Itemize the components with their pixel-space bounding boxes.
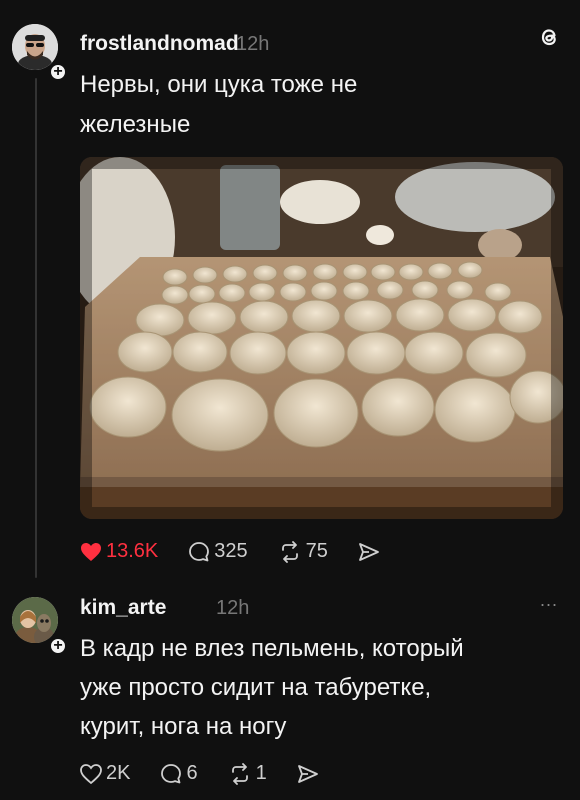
- post-text-line-2: железные: [80, 111, 191, 138]
- comment-button[interactable]: 325: [188, 540, 248, 563]
- reply-comment-button[interactable]: 6: [160, 762, 198, 785]
- reply-text-line-3: курит, нога на ногу: [80, 713, 287, 740]
- heart-icon: [81, 542, 101, 561]
- reply-repost-count: 1: [255, 762, 267, 784]
- reply-avatar[interactable]: [12, 597, 58, 643]
- reply-text-line-2: уже просто сидит на табуретке,: [80, 674, 432, 701]
- reply-follow-plus-icon[interactable]: +: [48, 636, 68, 656]
- post-time: 12h: [236, 33, 270, 55]
- more-options-button[interactable]: ...: [540, 590, 558, 611]
- repost-icon: [231, 762, 248, 785]
- share-button[interactable]: [358, 542, 384, 562]
- reply-username[interactable]: kim_arte: [80, 596, 166, 620]
- heart-icon: [80, 763, 102, 784]
- reply-comment-count: 6: [186, 762, 198, 784]
- comment-icon: [189, 541, 210, 561]
- repost-icon: [281, 540, 298, 563]
- reply-time: 12h: [216, 597, 250, 619]
- share-icon: [358, 542, 379, 561]
- reply-text-line-1: В кадр не влез пельмень, который: [80, 635, 464, 662]
- reply-share-button[interactable]: [297, 764, 323, 784]
- dumplings-image: [80, 157, 563, 519]
- thread-line: [35, 78, 37, 578]
- reply-like-button[interactable]: 2K: [80, 762, 130, 785]
- reply-repost-button[interactable]: 1: [228, 762, 267, 785]
- post-text-line-1: Нервы, они цука тоже не: [80, 71, 358, 98]
- reply-actions: 2K 6 1: [80, 762, 353, 785]
- like-button[interactable]: 13.6K: [80, 540, 158, 563]
- comment-icon: [161, 763, 182, 783]
- post-photo[interactable]: [80, 157, 563, 519]
- repost-button[interactable]: 75: [278, 540, 328, 563]
- follow-plus-icon[interactable]: +: [48, 62, 68, 82]
- like-count: 13.6K: [106, 540, 159, 562]
- post-actions: 13.6K 325 75: [80, 540, 414, 563]
- share-icon: [297, 764, 318, 783]
- repost-count: 75: [305, 540, 328, 562]
- comment-count: 325: [214, 540, 248, 562]
- post-username[interactable]: frostlandnomad: [80, 32, 239, 56]
- reply-like-count: 2K: [106, 762, 131, 784]
- threads-logo-icon[interactable]: [536, 24, 562, 50]
